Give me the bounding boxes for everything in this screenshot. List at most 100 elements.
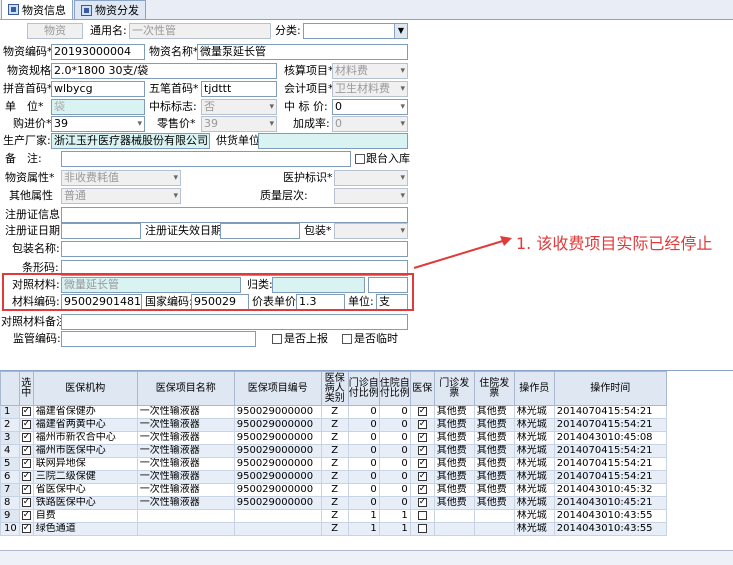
row-number: 1 [0, 405, 20, 419]
item-name-cell [136, 522, 235, 536]
col-header[interactable]: 医保项目名称 [136, 371, 235, 406]
patient-cat-cell: Z [320, 405, 349, 419]
item-name-cell: 一次性输液器 [136, 418, 235, 432]
col-header[interactable]: 医保机构 [32, 371, 138, 406]
op-time-cell: 2014043010:45:32 [553, 483, 667, 497]
col-header[interactable]: 医保病人类别 [320, 371, 349, 406]
op-time-cell: 2014043010:43:55 [553, 522, 667, 536]
operator-cell: 林光城 [513, 470, 555, 484]
yb-cell[interactable] [409, 470, 435, 484]
select-checkbox[interactable] [21, 458, 31, 469]
col-header[interactable]: 住院自付比例 [378, 371, 411, 406]
item-code-cell: 950029000000 [233, 444, 322, 458]
zy-invoice-cell: 其他费 [473, 470, 515, 484]
item-name-cell: 一次性输液器 [136, 431, 235, 445]
table-row[interactable]: 9自费Z11林光城2014043010:43:55 [0, 509, 667, 523]
org-cell: 福州市医保中心 [32, 444, 138, 458]
table-row[interactable]: 8铁路医保中心一次性输液器950029000000Z00其他费其他费林光城201… [0, 496, 667, 510]
org-cell: 铁路医保中心 [32, 496, 138, 510]
yb-cell[interactable] [409, 418, 435, 432]
select-checkbox[interactable] [21, 523, 31, 534]
select-cell[interactable] [18, 405, 34, 419]
table-row[interactable]: 4福州市医保中心一次性输液器950029000000Z00其他费其他费林光城20… [0, 444, 667, 458]
yb-checkbox[interactable] [417, 432, 427, 443]
select-cell[interactable] [18, 483, 34, 497]
org-cell: 省医保中心 [32, 483, 138, 497]
item-name-cell: 一次性输液器 [136, 483, 235, 497]
yb-checkbox[interactable] [417, 484, 427, 495]
table-row[interactable]: 3福州市新农合中心一次性输液器950029000000Z00其他费其他费林光城2… [0, 431, 667, 445]
org-cell: 联网异地保 [32, 457, 138, 471]
yb-cell[interactable] [409, 444, 435, 458]
select-checkbox[interactable] [21, 432, 31, 443]
table-row[interactable]: 2福建省两黄中心一次性输液器950029000000Z00其他费其他费林光城20… [0, 418, 667, 432]
mz-invoice-cell: 其他费 [433, 431, 475, 445]
mz-ratio-cell: 0 [347, 483, 380, 497]
col-header[interactable]: 医保 [409, 371, 435, 406]
item-code-cell [233, 522, 322, 536]
select-cell[interactable] [18, 444, 34, 458]
table-row[interactable]: 6三院二级保健一次性输液器950029000000Z00其他费其他费林光城201… [0, 470, 667, 484]
col-header[interactable]: 操作员 [513, 371, 555, 406]
table-row[interactable]: 10绿色通道Z11林光城2014043010:43:55 [0, 522, 667, 536]
col-header[interactable]: 住院发票 [473, 371, 515, 406]
yb-checkbox[interactable] [417, 497, 427, 508]
patient-cat-cell: Z [320, 457, 349, 471]
select-cell[interactable] [18, 431, 34, 445]
select-checkbox[interactable] [21, 484, 31, 495]
table-row[interactable]: 1福建省保健办一次性输液器950029000000Z00其他费其他费林光城201… [0, 405, 667, 419]
yb-cell[interactable] [409, 496, 435, 510]
row-number: 4 [0, 444, 20, 458]
yb-cell[interactable] [409, 522, 435, 536]
select-checkbox[interactable] [21, 497, 31, 508]
zy-ratio-cell: 1 [378, 509, 411, 523]
select-checkbox[interactable] [21, 406, 31, 417]
yb-checkbox[interactable] [417, 458, 427, 469]
mz-ratio-cell: 0 [347, 444, 380, 458]
mz-invoice-cell: 其他费 [433, 470, 475, 484]
col-header[interactable]: 医保项目编号 [233, 371, 322, 406]
mz-ratio-cell: 1 [347, 509, 380, 523]
col-header[interactable]: 门诊自付比例 [347, 371, 380, 406]
select-cell[interactable] [18, 509, 34, 523]
row-number: 10 [0, 522, 20, 536]
select-cell[interactable] [18, 418, 34, 432]
select-checkbox[interactable] [21, 419, 31, 430]
org-cell: 福建省两黄中心 [32, 418, 138, 432]
zy-ratio-cell: 0 [378, 483, 411, 497]
item-name-cell: 一次性输液器 [136, 496, 235, 510]
zy-invoice-cell: 其他费 [473, 444, 515, 458]
select-cell[interactable] [18, 457, 34, 471]
select-cell[interactable] [18, 470, 34, 484]
yb-cell[interactable] [409, 431, 435, 445]
yb-checkbox[interactable] [417, 523, 427, 533]
operator-cell: 林光城 [513, 444, 555, 458]
yb-cell[interactable] [409, 509, 435, 523]
patient-cat-cell: Z [320, 496, 349, 510]
select-cell[interactable] [18, 496, 34, 510]
yb-cell[interactable] [409, 483, 435, 497]
op-time-cell: 2014070415:54:21 [553, 418, 667, 432]
col-header[interactable]: 门诊发票 [433, 371, 475, 406]
yb-checkbox[interactable] [417, 471, 427, 482]
table-row[interactable]: 7省医保中心一次性输液器950029000000Z00其他费其他费林光城2014… [0, 483, 667, 497]
yb-checkbox[interactable] [417, 510, 427, 520]
select-checkbox[interactable] [21, 471, 31, 482]
yb-cell[interactable] [409, 457, 435, 471]
zy-invoice-cell: 其他费 [473, 418, 515, 432]
row-number: 3 [0, 431, 20, 445]
table-row[interactable]: 5联网异地保一次性输液器950029000000Z00其他费其他费林光城2014… [0, 457, 667, 471]
zy-invoice-cell: 其他费 [473, 483, 515, 497]
org-cell: 福州市新农合中心 [32, 431, 138, 445]
yb-cell[interactable] [409, 405, 435, 419]
zy-ratio-cell: 0 [378, 457, 411, 471]
yb-checkbox[interactable] [417, 445, 427, 456]
col-header[interactable]: 选中 [18, 371, 34, 406]
select-checkbox[interactable] [21, 510, 31, 521]
yb-checkbox[interactable] [417, 419, 427, 430]
yb-checkbox[interactable] [417, 406, 427, 417]
select-cell[interactable] [18, 522, 34, 536]
col-header[interactable]: 操作时间 [553, 371, 667, 406]
select-checkbox[interactable] [21, 445, 31, 456]
item-code-cell: 950029000000 [233, 431, 322, 445]
